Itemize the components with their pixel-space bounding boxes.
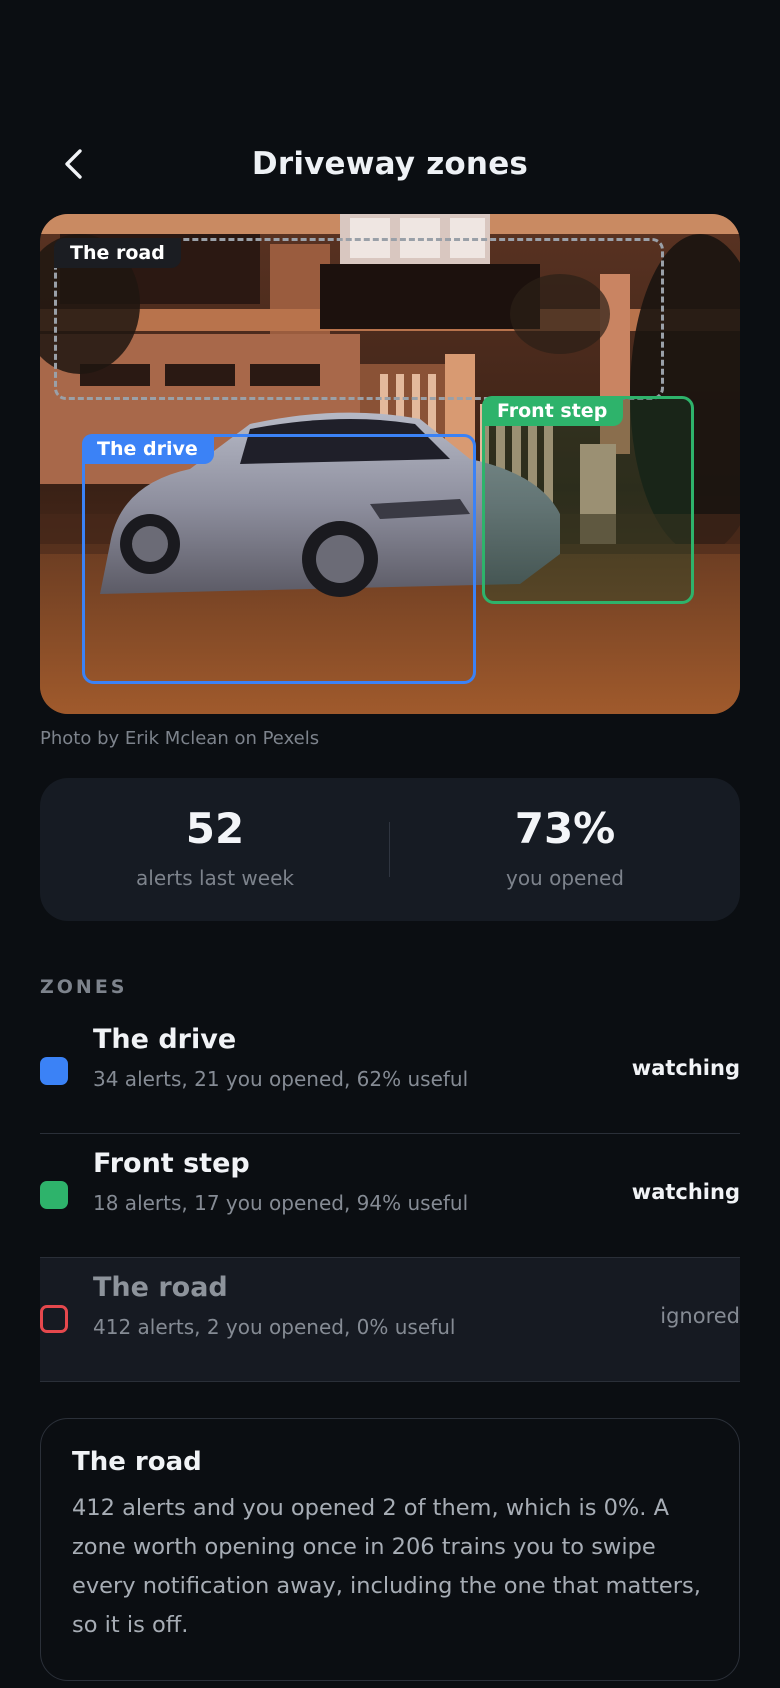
zone-name: The drive: [93, 1024, 237, 1055]
zone-meta: 18 alerts, 17 you opened, 94% useful: [93, 1191, 469, 1215]
photo-credit: Photo by Erik Mclean on Pexels: [40, 728, 320, 749]
zone-overlay-the-drive[interactable]: The drive: [82, 434, 476, 684]
camera-snapshot[interactable]: The road The drive Front step: [40, 214, 740, 714]
zone-meta: 34 alerts, 21 you opened, 62% useful: [93, 1067, 469, 1091]
zone-color-swatch: [40, 1181, 68, 1209]
zones-section-label: ZONES: [40, 976, 128, 998]
explanation-body: 412 alerts and you opened 2 of them, whi…: [72, 1495, 701, 1638]
zone-name: Front step: [93, 1148, 250, 1179]
zone-row-the-drive[interactable]: The drive 34 alerts, 21 you opened, 62% …: [40, 1010, 740, 1134]
zone-row-the-road[interactable]: The road 412 alerts, 2 you opened, 0% us…: [40, 1258, 740, 1382]
zone-color-swatch: [40, 1057, 68, 1085]
zone-status-toggle[interactable]: watching: [632, 1180, 740, 1204]
zone-explanation-card: The road 412 alerts and you opened 2 of …: [40, 1418, 740, 1681]
zone-status-toggle[interactable]: watching: [632, 1056, 740, 1080]
stat-opened-value: 73%: [514, 804, 616, 853]
stats-card: 52 alerts last week 73% you opened: [40, 778, 740, 921]
page-title: Driveway zones: [251, 146, 529, 182]
zone-meta: 412 alerts, 2 you opened, 0% useful: [93, 1315, 456, 1339]
stat-opened-label: you opened: [505, 866, 625, 890]
zone-tag-the-drive: The drive: [82, 434, 214, 464]
zone-name: The road: [93, 1272, 228, 1303]
stat-alerts-value: 52: [185, 804, 245, 853]
zone-row-front-step[interactable]: Front step 18 alerts, 17 you opened, 94%…: [40, 1134, 740, 1258]
stat-alerts: 52 alerts last week: [40, 804, 390, 891]
stat-opened: 73% you opened: [390, 804, 740, 891]
top-bar: Driveway zones: [0, 138, 780, 196]
zone-status-toggle[interactable]: ignored: [660, 1304, 740, 1328]
zone-overlay-front-step[interactable]: Front step: [482, 396, 694, 604]
zone-color-swatch: [40, 1305, 68, 1333]
explanation-title: The road: [72, 1447, 202, 1477]
zone-tag-front-step: Front step: [482, 396, 624, 426]
stat-alerts-label: alerts last week: [136, 866, 294, 890]
zone-overlay-the-road[interactable]: The road: [54, 238, 664, 400]
zone-tag-the-road: The road: [54, 238, 181, 268]
